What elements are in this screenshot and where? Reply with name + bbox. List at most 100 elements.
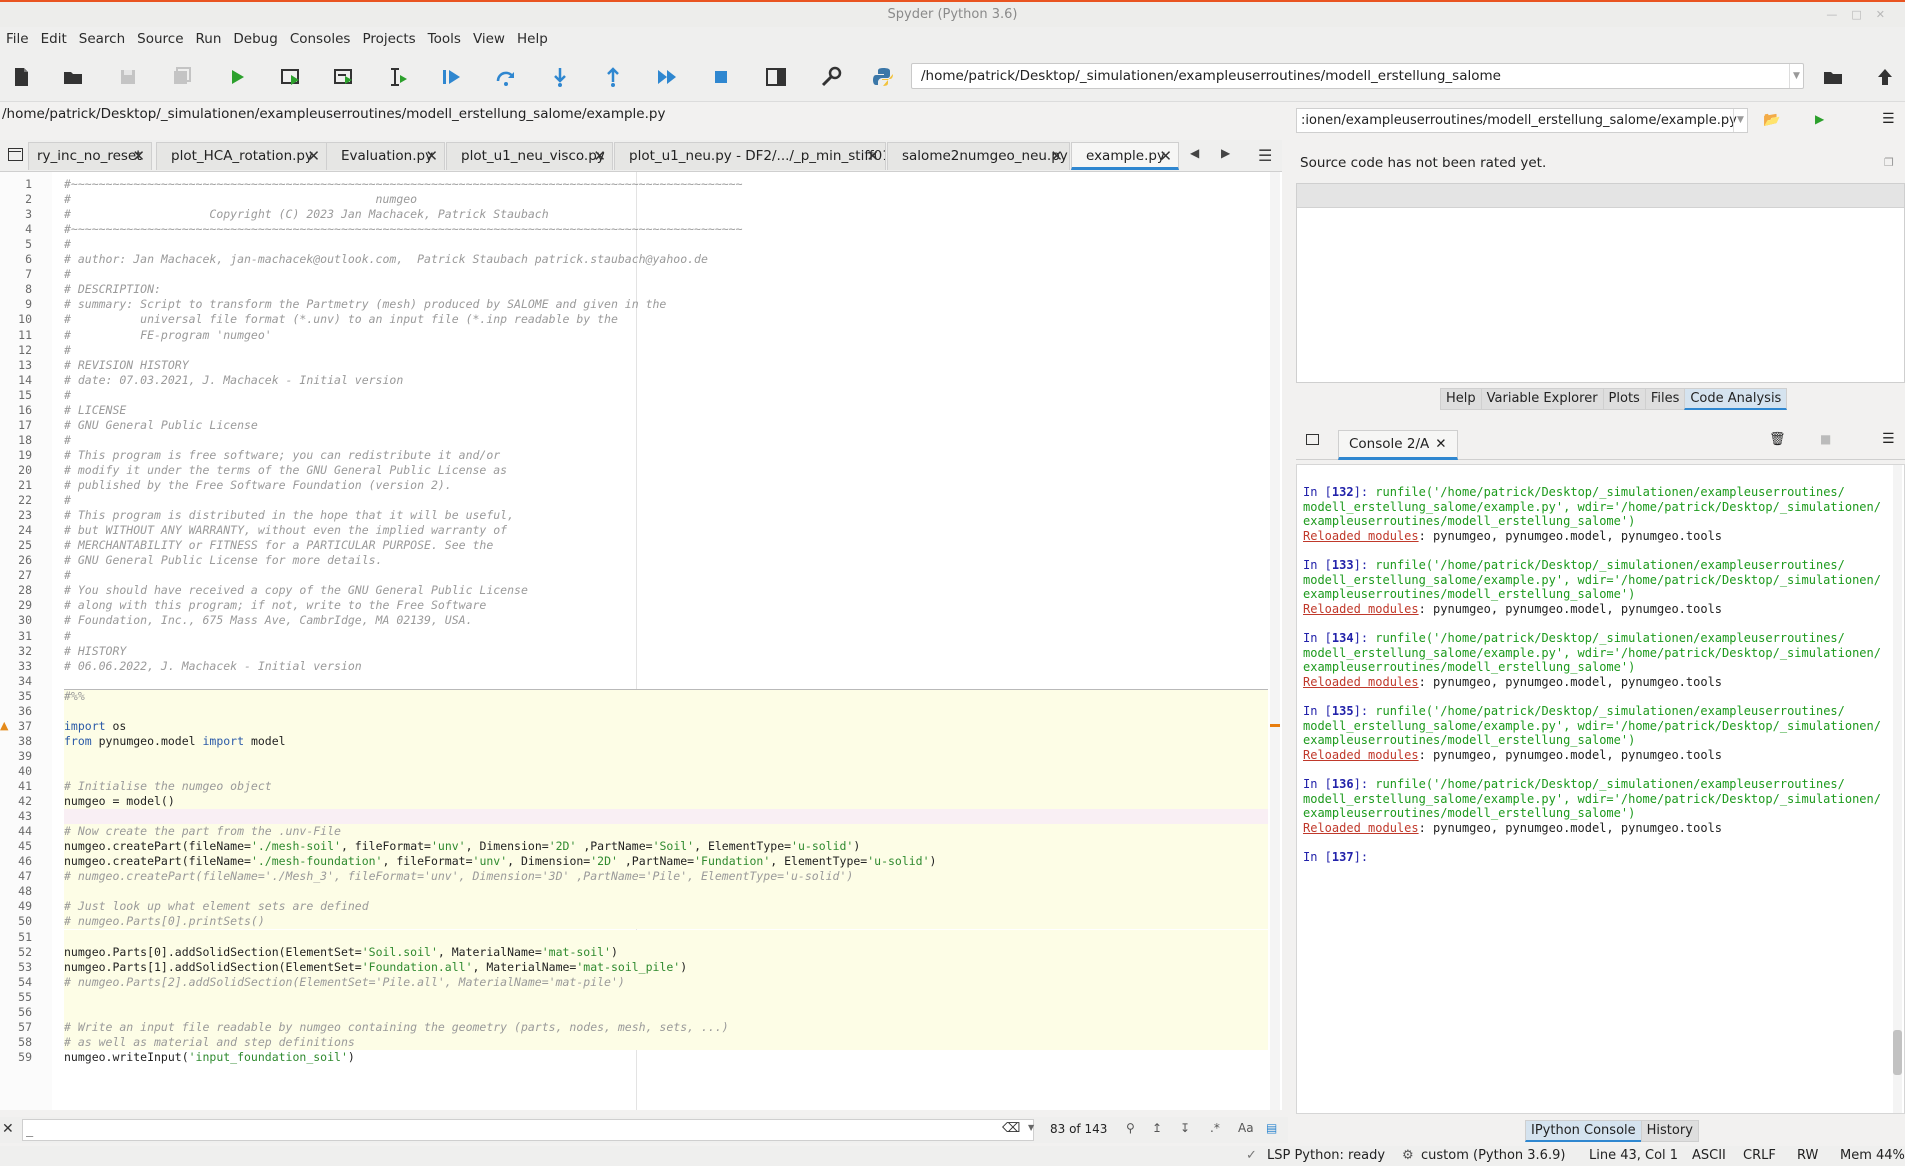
- code-line[interactable]: numgeo.Parts[0].addSolidSection(ElementS…: [64, 944, 1268, 960]
- tab-plot-hca-rotation[interactable]: plot_HCA_rotation.py ✕: [156, 142, 327, 170]
- run-cell-advance-icon[interactable]: [331, 64, 357, 90]
- close-icon[interactable]: ✕: [1050, 143, 1063, 169]
- code-line[interactable]: # numgeo.Parts[0].printSets(): [64, 914, 1268, 930]
- code-line[interactable]: # along with this program; if not, write…: [64, 598, 1268, 613]
- code-line[interactable]: # 06.06.2022, J. Machacek - Initial vers…: [64, 659, 1268, 674]
- run-selection-icon[interactable]: [385, 64, 411, 90]
- close-icon[interactable]: ✕: [1435, 436, 1446, 452]
- code-line[interactable]: # This program is distributed in the hop…: [64, 508, 1268, 523]
- code-analysis-results[interactable]: [1296, 183, 1905, 383]
- working-directory-input[interactable]: /home/patrick/Desktop/_simulationen/exam…: [911, 63, 1804, 89]
- code-line[interactable]: # as well as material and step definitio…: [64, 1034, 1268, 1050]
- copy-icon[interactable]: ❐: [1884, 156, 1894, 169]
- code-line[interactable]: #~~~~~~~~~~~~~~~~~~~~~~~~~~~~~~~~~~~~~~~…: [64, 222, 1268, 237]
- find-input[interactable]: _: [22, 1119, 1034, 1141]
- tab-console[interactable]: Console 2/A ✕: [1338, 430, 1458, 460]
- code-line[interactable]: # REVISION HISTORY: [64, 358, 1268, 373]
- tab-plot-u1-neu-visco[interactable]: plot_u1_neu_visco.py ✕: [446, 142, 613, 170]
- close-icon[interactable]: ✕: [593, 143, 606, 169]
- pane-menu-icon[interactable]: ☰: [1882, 431, 1895, 447]
- tab-help[interactable]: Help: [1440, 388, 1482, 410]
- window-controls[interactable]: —□✕: [1826, 2, 1899, 27]
- menu-file[interactable]: File: [0, 27, 35, 51]
- code-line[interactable]: # but WITHOUT ANY WARRANTY, without even…: [64, 523, 1268, 538]
- code-line[interactable]: # Just look up what element sets are def…: [64, 899, 1268, 915]
- code-line[interactable]: # DESCRIPTION:: [64, 282, 1268, 297]
- code-line[interactable]: numgeo.createPart(fileName='./mesh-soil'…: [64, 839, 1268, 855]
- menu-edit[interactable]: Edit: [35, 27, 73, 51]
- case-sensitive-icon[interactable]: Aa: [1238, 1121, 1254, 1135]
- ipython-console[interactable]: In [132]: runfile(runfile('/home/patrick…: [1296, 464, 1905, 1114]
- menu-debug[interactable]: Debug: [227, 27, 283, 51]
- browse-tabs-icon[interactable]: [8, 148, 23, 161]
- code-line[interactable]: [64, 763, 1268, 779]
- tab-evaluation[interactable]: Evaluation.py ✕: [326, 142, 445, 170]
- clear-input-icon[interactable]: ⌫: [1002, 1121, 1020, 1136]
- find-next-icon[interactable]: ↧: [1180, 1121, 1190, 1135]
- save-icon[interactable]: [115, 64, 141, 90]
- close-icon[interactable]: ✕: [425, 143, 438, 169]
- tab-files[interactable]: Files: [1644, 388, 1686, 410]
- editor-scrollbar[interactable]: [1270, 172, 1280, 1110]
- tab-plot-u1-neu[interactable]: plot_u1_neu.py - DF2/.../_p_min_stiff01 ✕: [614, 142, 886, 170]
- menu-source[interactable]: Source: [131, 27, 189, 51]
- tab-ry-inc-no-reset[interactable]: ry_inc_no_reset ✕: [28, 142, 152, 170]
- browse-folder-icon[interactable]: [1820, 64, 1846, 90]
- code-line[interactable]: # You should have received a copy of the…: [64, 583, 1268, 598]
- code-line[interactable]: #: [64, 343, 1268, 358]
- run-analysis-icon[interactable]: ▶: [1815, 112, 1824, 126]
- code-line[interactable]: [64, 884, 1268, 900]
- step-return-icon[interactable]: [600, 64, 626, 90]
- code-line[interactable]: [64, 703, 1268, 719]
- whole-word-icon[interactable]: ▤: [1266, 1121, 1277, 1135]
- tab-variable-explorer[interactable]: Variable Explorer: [1480, 388, 1604, 410]
- console-prompt[interactable]: In [137]:: [1303, 850, 1375, 865]
- code-line[interactable]: # date: 07.03.2021, J. Machacek - Initia…: [64, 373, 1268, 388]
- run-icon[interactable]: [224, 64, 250, 90]
- tab-plots[interactable]: Plots: [1602, 388, 1646, 410]
- code-line[interactable]: # GNU General Public License for more de…: [64, 553, 1268, 568]
- tabs-menu-icon[interactable]: ☰: [1258, 146, 1272, 165]
- python-path-icon[interactable]: [870, 64, 896, 90]
- code-line[interactable]: # MERCHANTABILITY or FITNESS for a PARTI…: [64, 538, 1268, 553]
- clear-console-icon[interactable]: 🗑: [1769, 432, 1786, 447]
- regex-icon[interactable]: .*: [1210, 1121, 1220, 1135]
- close-icon[interactable]: ✕: [1159, 143, 1172, 167]
- tab-example[interactable]: example.py ✕: [1071, 142, 1179, 170]
- code-line[interactable]: # universal file format (*.unv) to an in…: [64, 312, 1268, 327]
- chevron-down-icon[interactable]: ▼: [1789, 64, 1803, 88]
- code-line[interactable]: # Copyright (C) 2023 Jan Machacek, Patri…: [64, 207, 1268, 222]
- open-file-icon[interactable]: [60, 64, 86, 90]
- menu-run[interactable]: Run: [190, 27, 228, 51]
- menu-view[interactable]: View: [467, 27, 511, 51]
- code-line[interactable]: # LICENSE: [64, 403, 1268, 418]
- code-line[interactable]: #: [64, 433, 1268, 448]
- code-line[interactable]: # author: Jan Machacek, jan-machacek@out…: [64, 252, 1268, 267]
- preferences-icon[interactable]: [818, 64, 844, 90]
- tab-ipython-console[interactable]: IPython Console: [1525, 1120, 1642, 1142]
- menu-consoles[interactable]: Consoles: [284, 27, 357, 51]
- code-line[interactable]: #: [64, 629, 1268, 644]
- debug-icon[interactable]: [438, 64, 464, 90]
- tab-code-analysis[interactable]: Code Analysis: [1684, 388, 1788, 410]
- tab-salome2numgeo-neu[interactable]: salome2numgeo_neu.py ✕: [887, 142, 1070, 170]
- close-icon[interactable]: ✕: [2, 1121, 14, 1137]
- code-line[interactable]: #: [64, 388, 1268, 403]
- menu-tools[interactable]: Tools: [422, 27, 467, 51]
- code-line[interactable]: # Now create the part from the .unv-File: [64, 824, 1268, 840]
- menu-help[interactable]: Help: [511, 27, 554, 51]
- code-line[interactable]: # numgeo: [64, 192, 1268, 207]
- code-line[interactable]: numgeo.Parts[1].addSolidSection(ElementS…: [64, 959, 1268, 975]
- code-line[interactable]: import os: [64, 718, 1268, 734]
- save-all-icon[interactable]: [169, 64, 195, 90]
- chevron-down-icon[interactable]: ▼: [1733, 109, 1747, 132]
- code-line[interactable]: #: [64, 568, 1268, 583]
- maximize-pane-icon[interactable]: [763, 64, 789, 90]
- code-line[interactable]: # published by the Free Software Foundat…: [64, 478, 1268, 493]
- code-line[interactable]: #~~~~~~~~~~~~~~~~~~~~~~~~~~~~~~~~~~~~~~~…: [64, 177, 1268, 192]
- close-icon[interactable]: ✕: [307, 143, 320, 169]
- code-line[interactable]: #: [64, 267, 1268, 282]
- close-icon[interactable]: ✕: [866, 143, 879, 169]
- continue-icon[interactable]: [654, 64, 680, 90]
- code-analysis-file-combo[interactable]: :ionen/exampleuserroutines/modell_erstel…: [1296, 108, 1748, 133]
